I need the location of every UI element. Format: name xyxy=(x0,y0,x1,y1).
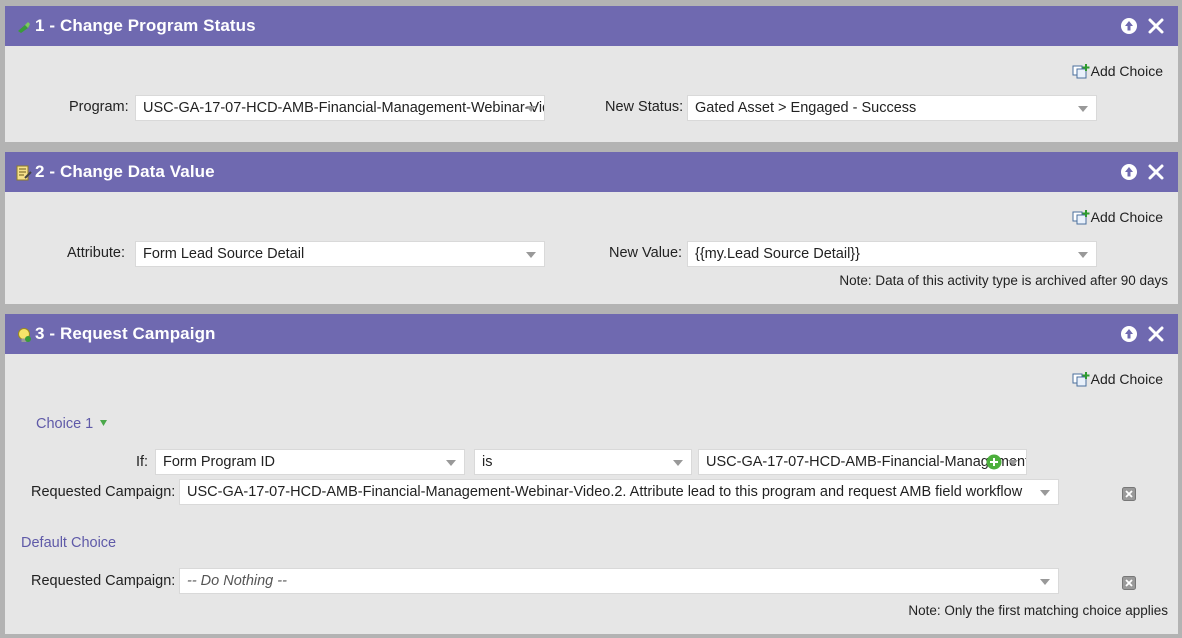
attribute-label: Attribute: xyxy=(67,245,126,261)
requested-campaign-value: USC-GA-17-07-HCD-AMB-Financial-Managemen… xyxy=(187,484,1023,500)
move-up-icon[interactable] xyxy=(1120,17,1138,35)
move-up-icon[interactable] xyxy=(1120,325,1138,343)
new-status-value: Gated Asset > Engaged - Success xyxy=(695,100,917,116)
move-up-icon[interactable] xyxy=(1120,163,1138,181)
new-value-value: {{my.Lead Source Detail}} xyxy=(695,246,860,262)
add-choice-icon xyxy=(1072,64,1090,79)
flow-step-change-program-status: 1 - Change Program Status Add Choice Pro… xyxy=(5,6,1178,142)
default-requested-campaign-value: -- Do Nothing -- xyxy=(187,573,287,589)
attribute-value: Form Lead Source Detail xyxy=(143,246,305,262)
flow-step-request-campaign: 3 - Request Campaign Add Choice Choice 1… xyxy=(5,314,1178,634)
if-field-value: Form Program ID xyxy=(163,454,275,470)
step-header: 3 - Request Campaign xyxy=(5,314,1178,354)
close-icon[interactable] xyxy=(1147,163,1165,181)
program-label: Program: xyxy=(69,99,129,115)
default-requested-campaign-select[interactable]: -- Do Nothing -- xyxy=(179,568,1059,594)
step-title: 3 - Request Campaign xyxy=(35,324,216,343)
step-title: 2 - Change Data Value xyxy=(35,162,215,181)
default-requested-campaign-label: Requested Campaign: xyxy=(31,573,176,589)
chevron-down-icon xyxy=(1040,490,1050,496)
data-value-icon xyxy=(16,165,32,181)
new-status-select[interactable]: Gated Asset > Engaged - Success xyxy=(687,95,1097,121)
chevron-down-icon xyxy=(1008,460,1018,466)
choice-1-toggle[interactable]: Choice 1 xyxy=(36,416,108,432)
program-select[interactable]: USC-GA-17-07-HCD-AMB-Financial-Managemen… xyxy=(135,95,545,121)
matching-choice-note: Note: Only the first matching choice app… xyxy=(908,603,1168,618)
add-choice-icon xyxy=(1072,210,1090,225)
chevron-down-icon xyxy=(526,252,536,258)
step-header: 1 - Change Program Status xyxy=(5,6,1178,46)
new-value-label: New Value: xyxy=(609,245,683,261)
choice-label: Choice 1 xyxy=(36,416,94,432)
chevron-down-icon xyxy=(1078,252,1088,258)
add-choice-label: Add Choice xyxy=(1090,63,1163,79)
default-choice-label: Default Choice xyxy=(21,535,117,551)
chevron-down-icon xyxy=(1040,579,1050,585)
requested-campaign-label: Requested Campaign: xyxy=(31,484,176,500)
add-choice-button[interactable]: Add Choice xyxy=(1072,371,1163,387)
add-choice-button[interactable]: Add Choice xyxy=(1072,209,1163,225)
chevron-down-icon xyxy=(673,460,683,466)
close-icon[interactable] xyxy=(1147,17,1165,35)
choice-caret-icon xyxy=(100,420,108,426)
close-icon[interactable] xyxy=(1147,325,1165,343)
archive-note: Note: Data of this activity type is arch… xyxy=(839,273,1168,288)
delete-default-choice-icon[interactable] xyxy=(1122,576,1136,590)
add-choice-label: Add Choice xyxy=(1090,371,1163,387)
operator-value: is xyxy=(482,454,493,470)
step-header: 2 - Change Data Value xyxy=(5,152,1178,192)
step-title: 1 - Change Program Status xyxy=(35,16,256,35)
attribute-select[interactable]: Form Lead Source Detail xyxy=(135,241,545,267)
add-choice-label: Add Choice xyxy=(1090,209,1163,225)
request-campaign-icon xyxy=(18,328,31,342)
requested-campaign-select[interactable]: USC-GA-17-07-HCD-AMB-Financial-Managemen… xyxy=(179,479,1059,505)
if-value-value: USC-GA-17-07-HCD-AMB-Financial-Managemen… xyxy=(706,454,1026,470)
program-status-icon xyxy=(18,22,30,33)
program-value: USC-GA-17-07-HCD-AMB-Financial-Managemen… xyxy=(143,100,544,116)
operator-select[interactable]: is xyxy=(474,449,692,475)
chevron-down-icon xyxy=(446,460,456,466)
chevron-down-icon xyxy=(1078,106,1088,112)
new-value-input[interactable]: {{my.Lead Source Detail}} xyxy=(687,241,1097,267)
delete-choice-icon[interactable] xyxy=(1122,487,1136,501)
new-status-label: New Status: xyxy=(605,99,684,115)
if-field-select[interactable]: Form Program ID xyxy=(155,449,465,475)
if-label: If: xyxy=(136,454,149,470)
if-value-select[interactable]: USC-GA-17-07-HCD-AMB-Financial-Managemen… xyxy=(698,449,1027,475)
add-value-icon[interactable] xyxy=(986,454,1002,470)
add-choice-button[interactable]: Add Choice xyxy=(1072,63,1163,79)
flow-step-change-data-value: 2 - Change Data Value Add Choice Attribu… xyxy=(5,152,1178,304)
chevron-down-icon xyxy=(526,106,536,112)
add-choice-icon xyxy=(1072,372,1090,387)
